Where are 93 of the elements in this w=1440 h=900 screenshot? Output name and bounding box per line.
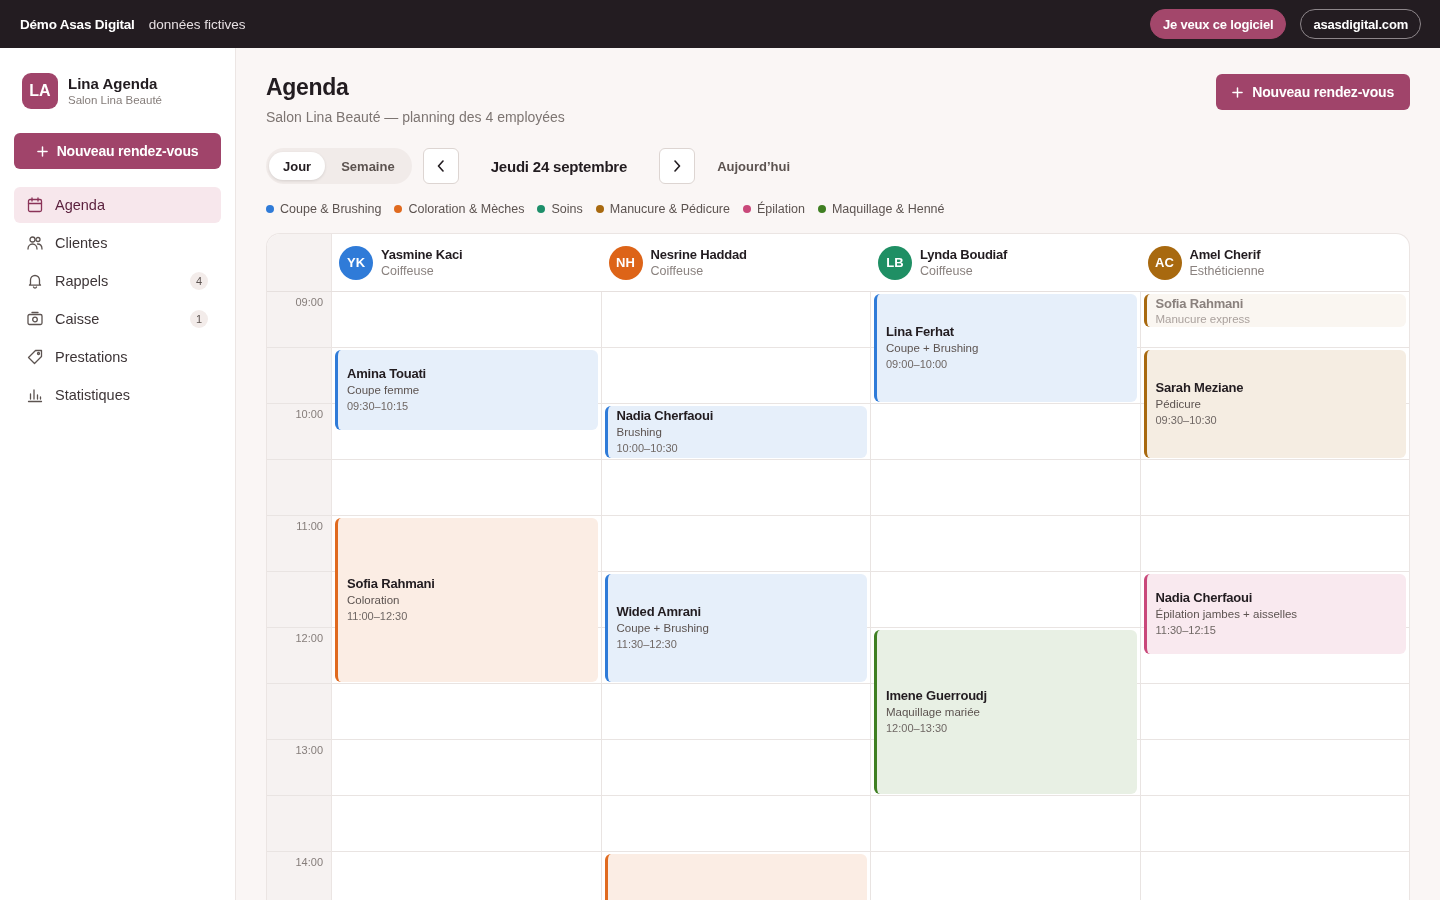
- time-label: 09:00: [295, 296, 323, 308]
- tagline: données fictives: [148, 16, 246, 32]
- salon-name: Salon Lina Beauté: [68, 93, 162, 108]
- app-name: Lina Agenda: [68, 74, 158, 93]
- brand-name: Démo Asas Digital: [20, 16, 135, 32]
- appointment-time: 11:30–12:30: [616, 637, 677, 652]
- plus-icon: [36, 145, 48, 157]
- client-name: Sofia Rahmani: [347, 576, 435, 592]
- chart-icon: [27, 387, 43, 403]
- page-title: Agenda: [266, 73, 349, 101]
- service-name: Manucure express: [1155, 311, 1251, 326]
- new-appointment-button[interactable]: Nouveau rendez-vous: [14, 133, 221, 169]
- time-label: 11:00: [296, 520, 323, 532]
- employee-role: Coiffeuse: [381, 263, 434, 279]
- appointment-card[interactable]: Sarah Meziane Pédicure 09:30–10:30: [1143, 350, 1406, 458]
- client-name: Wided Amrani: [616, 604, 701, 620]
- client-name: Nadia Cherfaoui: [616, 408, 714, 424]
- count-badge: 4: [190, 272, 208, 290]
- category-label: Soins: [551, 202, 583, 216]
- client-name: Lina Ferhat: [886, 324, 954, 340]
- calendar-icon: [27, 197, 43, 213]
- count-badge: 1: [190, 310, 208, 328]
- appointment-card[interactable]: Sofia Rahmani Coloration 11:00–12:30: [335, 518, 598, 682]
- avatar: NH: [608, 245, 643, 280]
- users-icon: [27, 235, 43, 251]
- service-name: Coupe + Brushing: [616, 621, 709, 636]
- view-tab[interactable]: Semaine: [327, 152, 409, 180]
- category-label: Épilation: [756, 202, 805, 216]
- category-label: Maquillage & Henné: [831, 202, 945, 216]
- service-name: Brushing: [616, 425, 662, 440]
- view-tab[interactable]: Jour: [269, 152, 326, 180]
- employee-name: Lynda Boudiaf: [920, 246, 1008, 263]
- category-label: Coloration & Mèches: [408, 202, 525, 216]
- new-appointment-button[interactable]: Nouveau rendez-vous: [1216, 74, 1410, 110]
- employee-role: Coiffeuse: [920, 263, 973, 279]
- service-name: Maquillage mariée: [886, 705, 980, 720]
- service-name: Coupe + Brushing: [886, 341, 979, 356]
- nav-item[interactable]: Prestations: [14, 339, 221, 375]
- appointment-time: 12:00–13:30: [886, 721, 948, 736]
- buy-button[interactable]: Je veux ce logiciel: [1150, 9, 1287, 39]
- next-day-button[interactable]: [659, 148, 696, 184]
- client-name: Sofia Rahmani: [1155, 295, 1244, 312]
- chevron-left-icon: [436, 160, 445, 172]
- category-label: Coupe & Brushing: [280, 202, 382, 216]
- service-name: Coupe femme: [347, 383, 420, 398]
- previous-day-button[interactable]: [422, 148, 459, 184]
- appointment-card[interactable]: Sofia Rahmani Manucure express: [1143, 294, 1406, 328]
- service-name: Coloration: [347, 593, 400, 608]
- today-button[interactable]: Aujourd’hui: [715, 158, 793, 174]
- client-name: Sarah Meziane: [1155, 380, 1244, 396]
- appointment-card[interactable]: Lina Ferhat Coupe + Brushing 09:00–10:00: [874, 294, 1137, 402]
- employee-name: Yasmine Kaci: [381, 246, 463, 263]
- page-subtitle: Salon Lina Beauté — planning des 4 employées: [266, 108, 565, 126]
- nav-item[interactable]: Agenda: [14, 187, 221, 223]
- tag-icon: [27, 349, 43, 365]
- bell-icon: [27, 273, 43, 289]
- time-label: 12:00: [295, 632, 323, 644]
- appointment-time: 10:00–10:30: [616, 441, 678, 456]
- nav-item[interactable]: Clientes: [14, 225, 221, 261]
- avatar: LB: [878, 245, 912, 280]
- avatar: YK: [339, 245, 373, 280]
- appointment-card[interactable]: Amina Touati Coupe femme 09:30–10:15: [335, 350, 598, 430]
- appointment-card[interactable]: Wided Amrani Coupe + Brushing 11:30–12:30: [604, 574, 867, 682]
- time-label: 10:00: [295, 408, 323, 420]
- time-label: 13:00: [295, 744, 323, 756]
- service-name: Épilation jambes + aisselles: [1155, 607, 1298, 622]
- chevron-right-icon: [673, 160, 682, 172]
- nav-item[interactable]: Rappels 4: [14, 263, 221, 299]
- employee-role: Esthéticienne: [1189, 263, 1265, 279]
- employee-name: Nesrine Haddad: [650, 246, 747, 263]
- avatar: AC: [1147, 245, 1182, 280]
- appointment-time: 09:30–10:15: [347, 399, 409, 414]
- nav-item[interactable]: Caisse 1: [14, 301, 221, 337]
- current-date: Jeudi 24 septembre: [490, 157, 628, 175]
- client-name: Nadia Cherfaoui: [1155, 590, 1253, 606]
- app-logo: LA: [22, 73, 58, 109]
- employee-name: Amel Cherif: [1189, 246, 1261, 263]
- appointment-time: 09:30–10:30: [1155, 413, 1217, 428]
- plus-icon: [1232, 86, 1244, 98]
- appointment-card[interactable]: Nadia Cherfaoui Épilation jambes + aisselles 11:30–12:15: [1143, 574, 1406, 654]
- appointment-time: 11:30–12:15: [1155, 623, 1216, 638]
- category-label: Manucure & Pédicure: [609, 202, 730, 216]
- camera-icon: [27, 311, 43, 327]
- client-name: Imene Guerroudj: [886, 688, 988, 704]
- appointment-time: 11:00–12:30: [347, 609, 408, 624]
- time-label: 14:00: [295, 856, 323, 868]
- appointment-card[interactable]: Imene Guerroudj Maquillage mariée 12:00–13:30: [874, 630, 1137, 794]
- client-name: Amina Touati: [347, 366, 426, 382]
- service-name: Pédicure: [1155, 397, 1201, 412]
- nav-item[interactable]: Statistiques: [14, 377, 221, 413]
- appointment-card[interactable]: Nadia Cherfaoui Brushing 10:00–10:30: [604, 406, 867, 458]
- appointment-time: 09:00–10:00: [886, 357, 948, 372]
- employee-role: Coiffeuse: [650, 263, 704, 279]
